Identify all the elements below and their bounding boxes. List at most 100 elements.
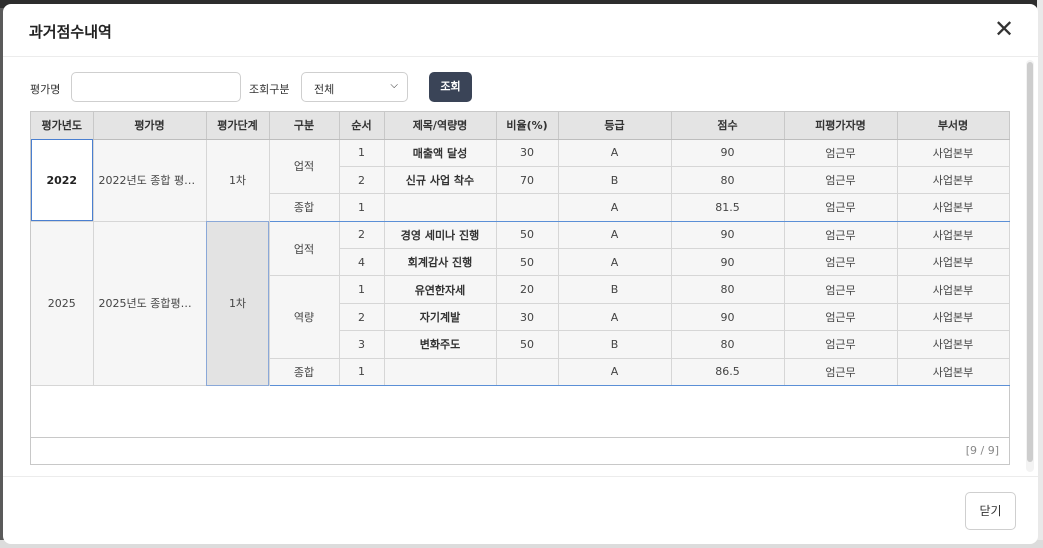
cell-person[interactable]: 엄근무 bbox=[784, 248, 898, 277]
cell-dept[interactable]: 사업본부 bbox=[897, 303, 1010, 332]
cell-year[interactable]: 2022 bbox=[31, 138, 94, 222]
cell-category[interactable]: 종합 bbox=[269, 358, 340, 387]
col-header[interactable]: 순서 bbox=[339, 112, 385, 140]
cell-ratio[interactable]: 50 bbox=[496, 221, 559, 250]
cell-grade[interactable]: A bbox=[558, 221, 672, 250]
cell-grade[interactable]: A bbox=[558, 193, 672, 222]
close-icon[interactable]: ✕ bbox=[992, 17, 1016, 42]
col-header[interactable]: 평가단계 bbox=[206, 112, 270, 140]
table-header: 평가년도 평가명 평가단계 구분 순서 제목/역량명 비율(%) 등급 점수 피… bbox=[31, 112, 1010, 140]
col-header[interactable]: 구분 bbox=[269, 112, 340, 140]
cell-eval-name[interactable]: 2025년도 종합평… bbox=[93, 221, 207, 387]
cell-category[interactable]: 종합 bbox=[269, 193, 340, 222]
col-header[interactable]: 평가명 bbox=[93, 112, 207, 140]
cell-title[interactable]: 자기계발 bbox=[384, 303, 497, 332]
cell-score[interactable]: 90 bbox=[671, 138, 785, 167]
cell-ratio[interactable]: 50 bbox=[496, 248, 559, 277]
cell-person[interactable]: 엄근무 bbox=[784, 221, 898, 250]
cell-person[interactable]: 엄근무 bbox=[784, 330, 898, 359]
cell-score[interactable]: 80 bbox=[671, 166, 785, 195]
cell-grade[interactable]: B bbox=[558, 166, 672, 195]
cell-dept[interactable]: 사업본부 bbox=[897, 358, 1010, 387]
col-header[interactable]: 비율(%) bbox=[496, 112, 559, 140]
cell-score[interactable]: 81.5 bbox=[671, 193, 785, 222]
eval-name-label: 평가명 bbox=[30, 83, 61, 96]
cell-title[interactable] bbox=[384, 358, 497, 387]
cell-dept[interactable]: 사업본부 bbox=[897, 330, 1010, 359]
cell-ratio[interactable] bbox=[496, 193, 559, 222]
cell-grade[interactable]: A bbox=[558, 358, 672, 387]
cell-score[interactable]: 80 bbox=[671, 275, 785, 304]
cell-order[interactable]: 2 bbox=[339, 221, 385, 250]
cell-order[interactable]: 2 bbox=[339, 166, 385, 195]
cell-ratio[interactable]: 20 bbox=[496, 275, 559, 304]
cell-order[interactable]: 3 bbox=[339, 330, 385, 359]
cell-grade[interactable]: B bbox=[558, 330, 672, 359]
cell-eval-name[interactable]: 2022년도 종합 평… bbox=[93, 138, 207, 222]
chevron-down-icon: ⌵ bbox=[390, 80, 398, 91]
modal-title: 과거점수내역 bbox=[29, 23, 112, 41]
search-button[interactable]: 조회 bbox=[429, 72, 472, 102]
cell-ratio[interactable] bbox=[496, 358, 559, 387]
score-history-modal: 과거점수내역 ✕ 평가명 조회구분 전체 ⌵ 조회 평가년도 평가명 평가단계 … bbox=[3, 4, 1038, 544]
cell-score[interactable]: 90 bbox=[671, 221, 785, 250]
cell-order[interactable]: 4 bbox=[339, 248, 385, 277]
scrollbar-thumb[interactable] bbox=[1027, 62, 1033, 462]
modal-footer: 닫기 bbox=[3, 476, 1038, 544]
cell-order[interactable]: 1 bbox=[339, 275, 385, 304]
col-header[interactable]: 피평가자명 bbox=[784, 112, 898, 140]
cell-title[interactable]: 매출액 달성 bbox=[384, 138, 497, 167]
table-row[interactable]: 2025 2025년도 종합평… 1차 업적 2 경영 세미나 진행 50 A … bbox=[31, 221, 1010, 387]
cell-grade[interactable]: A bbox=[558, 138, 672, 167]
cell-category[interactable]: 업적 bbox=[269, 221, 340, 277]
cell-order[interactable]: 1 bbox=[339, 358, 385, 387]
cell-category[interactable]: 역량 bbox=[269, 275, 340, 359]
cell-stage[interactable]: 1차 bbox=[206, 138, 270, 222]
eval-name-input[interactable] bbox=[71, 72, 241, 102]
cell-dept[interactable]: 사업본부 bbox=[897, 138, 1010, 167]
type-select[interactable]: 전체 ⌵ bbox=[301, 72, 408, 102]
cell-dept[interactable]: 사업본부 bbox=[897, 248, 1010, 277]
cell-ratio[interactable]: 50 bbox=[496, 330, 559, 359]
cell-title[interactable]: 변화주도 bbox=[384, 330, 497, 359]
cell-dept[interactable]: 사업본부 bbox=[897, 166, 1010, 195]
col-header[interactable]: 점수 bbox=[671, 112, 785, 140]
type-select-value: 전체 bbox=[314, 83, 335, 96]
col-header[interactable]: 등급 bbox=[558, 112, 672, 140]
cell-title[interactable] bbox=[384, 193, 497, 222]
cell-ratio[interactable]: 30 bbox=[496, 138, 559, 167]
cell-grade[interactable]: A bbox=[558, 248, 672, 277]
cell-person[interactable]: 엄근무 bbox=[784, 138, 898, 167]
cell-score[interactable]: 86.5 bbox=[671, 358, 785, 387]
cell-score[interactable]: 90 bbox=[671, 303, 785, 332]
col-header[interactable]: 부서명 bbox=[897, 112, 1010, 140]
cell-title[interactable]: 경영 세미나 진행 bbox=[384, 221, 497, 250]
cell-score[interactable]: 90 bbox=[671, 248, 785, 277]
cell-person[interactable]: 엄근무 bbox=[784, 303, 898, 332]
cell-score[interactable]: 80 bbox=[671, 330, 785, 359]
table-row[interactable]: 2022 2022년도 종합 평… 1차 업적 1 매출액 달성 30 A 90… bbox=[31, 138, 1010, 222]
cell-grade[interactable]: A bbox=[558, 303, 672, 332]
cell-order[interactable]: 1 bbox=[339, 193, 385, 222]
cell-ratio[interactable]: 30 bbox=[496, 303, 559, 332]
cell-dept[interactable]: 사업본부 bbox=[897, 193, 1010, 222]
col-header[interactable]: 제목/역량명 bbox=[384, 112, 497, 140]
cell-stage[interactable]: 1차 bbox=[206, 221, 270, 387]
cell-year[interactable]: 2025 bbox=[31, 221, 94, 387]
cell-grade[interactable]: B bbox=[558, 275, 672, 304]
cell-order[interactable]: 1 bbox=[339, 138, 385, 167]
cell-category[interactable]: 업적 bbox=[269, 138, 340, 195]
cell-title[interactable]: 유연한자세 bbox=[384, 275, 497, 304]
cell-title[interactable]: 회계감사 진행 bbox=[384, 248, 497, 277]
cell-dept[interactable]: 사업본부 bbox=[897, 275, 1010, 304]
cell-title[interactable]: 신규 사업 착수 bbox=[384, 166, 497, 195]
cell-person[interactable]: 엄근무 bbox=[784, 166, 898, 195]
cell-person[interactable]: 엄근무 bbox=[784, 358, 898, 387]
cell-dept[interactable]: 사업본부 bbox=[897, 221, 1010, 250]
cell-ratio[interactable]: 70 bbox=[496, 166, 559, 195]
col-header[interactable]: 평가년도 bbox=[31, 112, 94, 140]
cell-order[interactable]: 2 bbox=[339, 303, 385, 332]
cell-person[interactable]: 엄근무 bbox=[784, 193, 898, 222]
cell-person[interactable]: 엄근무 bbox=[784, 275, 898, 304]
close-button[interactable]: 닫기 bbox=[965, 492, 1016, 530]
